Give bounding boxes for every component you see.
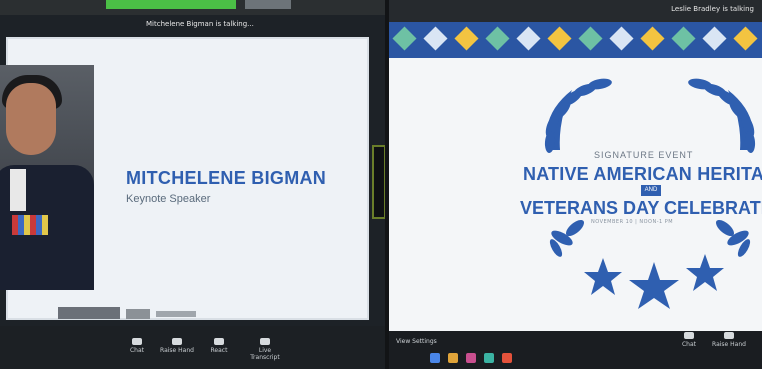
laurel-bottom-right-icon	[715, 219, 751, 257]
taskbar-app-icon[interactable]	[448, 353, 458, 363]
and-badge: AND	[641, 185, 661, 196]
raise-hand-button-right[interactable]: Raise Hand	[712, 332, 746, 348]
star-icon	[584, 258, 622, 295]
laurel-right-icon	[688, 78, 756, 153]
raise-hand-label-right: Raise Hand	[712, 341, 746, 348]
event-title-line1: NATIVE AMERICAN HERITAGE	[523, 164, 762, 184]
taskbar-app-icon[interactable]	[466, 353, 476, 363]
taskbar-icons	[430, 353, 512, 365]
event-title-line2: VETERANS DAY CELEBRATION	[520, 198, 762, 218]
taskbar-app-icon[interactable]	[484, 353, 494, 363]
hand-icon	[724, 332, 734, 339]
star-icon	[629, 262, 679, 309]
star-icon	[686, 254, 724, 291]
laurel-left-icon	[544, 78, 612, 153]
view-settings-button[interactable]: View Settings	[396, 338, 437, 345]
chat-label-right: Chat	[681, 341, 697, 348]
taskbar-app-icon[interactable]	[502, 353, 512, 363]
event-date: NOVEMBER 10 | NOON-1 PM	[591, 219, 674, 225]
chat-button-right[interactable]: Chat	[672, 332, 706, 348]
laurel-bottom-left-icon	[549, 219, 585, 257]
event-kicker: SIGNATURE EVENT	[594, 150, 694, 160]
taskbar-app-icon[interactable]	[430, 353, 440, 363]
photo-collage: Mitchelene Bigman is talking... MITCHELE…	[0, 0, 762, 369]
chat-icon	[684, 332, 694, 339]
